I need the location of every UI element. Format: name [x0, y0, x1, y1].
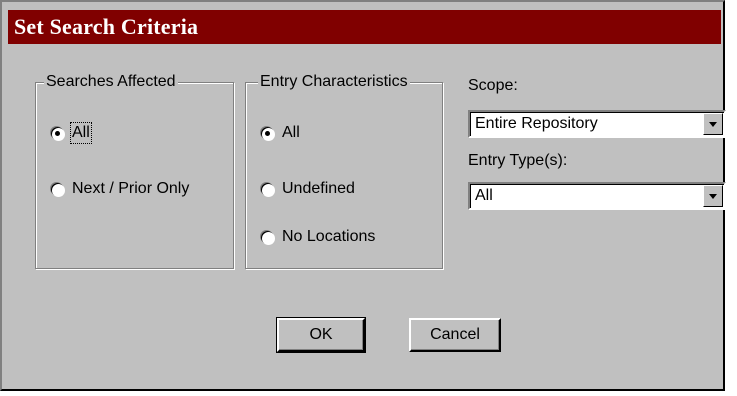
chevron-down-icon [709, 194, 717, 199]
radio-button-icon [51, 126, 64, 140]
radio-button-icon [51, 182, 64, 196]
searches-affected-group: Searches Affected All Next / Prior Only [35, 73, 234, 269]
radio-searches-next-prior-only[interactable]: Next / Prior Only [51, 179, 189, 199]
set-search-criteria-dialog: Set Search Criteria Searches Affected Al… [0, 0, 726, 391]
dialog-title: Set Search Criteria [14, 14, 199, 39]
ok-button[interactable]: OK [276, 317, 366, 353]
entry-types-select[interactable]: All [468, 182, 726, 210]
radio-button-icon [261, 182, 274, 196]
radio-button-icon [261, 126, 274, 140]
radio-label: No Locations [282, 228, 376, 245]
entry-types-dropdown-button[interactable] [703, 185, 723, 207]
cancel-button[interactable]: Cancel [409, 318, 501, 352]
entry-characteristics-group: Entry Characteristics All Undefined No L… [245, 73, 443, 269]
scope-select[interactable]: Entire Repository [468, 110, 726, 138]
entry-characteristics-legend: Entry Characteristics [258, 73, 410, 91]
radio-entry-undefined[interactable]: Undefined [261, 179, 355, 199]
radio-label: Next / Prior Only [72, 180, 190, 197]
scope-selected-value: Entire Repository [475, 115, 598, 132]
entry-types-selected-value: All [475, 187, 493, 204]
radio-button-icon [261, 230, 274, 244]
entry-types-label: Entry Type(s): [468, 152, 568, 169]
radio-label: Undefined [282, 180, 355, 197]
radio-label: All [70, 122, 92, 144]
radio-entry-all[interactable]: All [261, 123, 300, 143]
scope-dropdown-button[interactable] [703, 113, 723, 135]
radio-searches-all[interactable]: All [51, 122, 92, 144]
scope-label: Scope: [468, 77, 518, 94]
chevron-down-icon [709, 122, 717, 127]
radio-label: All [282, 124, 300, 141]
title-bar[interactable]: Set Search Criteria [8, 10, 721, 44]
searches-affected-legend: Searches Affected [44, 73, 178, 91]
radio-entry-no-locations[interactable]: No Locations [261, 227, 375, 247]
